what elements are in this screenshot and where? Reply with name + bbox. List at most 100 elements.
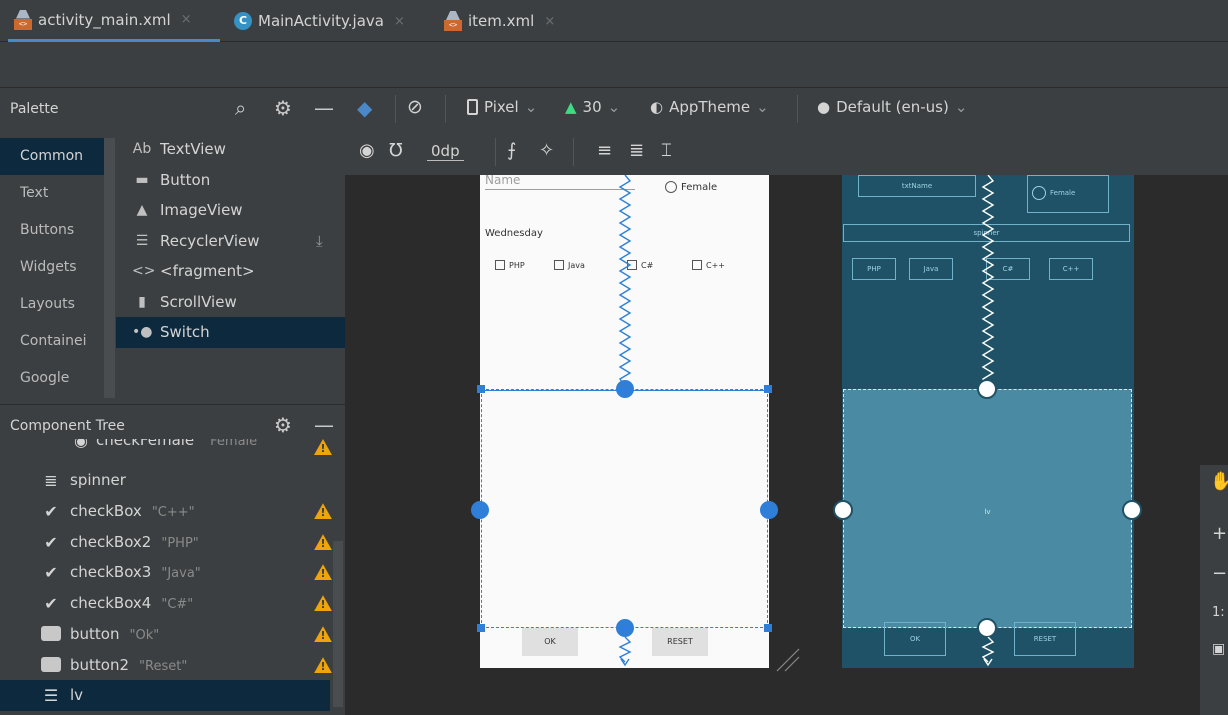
tree-row[interactable]: ✔ checkBox "C++" ! <box>0 496 345 527</box>
resize-handle[interactable] <box>764 624 772 632</box>
resize-handle[interactable] <box>477 385 485 393</box>
minimize-icon[interactable]: — <box>314 96 334 120</box>
widget-textview[interactable]: Ab TextView <box>116 134 345 165</box>
checkbox-cpp[interactable]: C++ <box>692 260 725 270</box>
gear-icon[interactable]: ⚙ <box>274 96 292 120</box>
constraint-anchor[interactable] <box>471 501 489 519</box>
checkbox-php[interactable]: PHP <box>495 260 525 270</box>
bp-female[interactable]: Female <box>1027 175 1109 213</box>
tab-item-xml[interactable]: <> item.xml × <box>444 0 555 42</box>
category-layouts[interactable]: Layouts <box>0 286 104 323</box>
zoom-in-icon[interactable]: + <box>1212 523 1227 544</box>
widget-fragment[interactable]: <> <fragment> <box>116 256 345 287</box>
bp-listview[interactable]: lv <box>843 389 1132 628</box>
resize-handle[interactable] <box>764 385 772 393</box>
tree-row[interactable]: ✔ checkBox3 "Java" ! <box>0 557 345 588</box>
align-icon[interactable]: ≣ <box>629 140 644 161</box>
pan-hand-icon[interactable]: ✋ <box>1210 471 1228 492</box>
close-icon[interactable]: × <box>394 14 405 29</box>
bp-checkbox-label: C# <box>1002 265 1014 273</box>
layers-icon[interactable]: ◆ <box>357 96 372 120</box>
constraint-anchor[interactable] <box>977 618 997 638</box>
name-input[interactable]: Name <box>485 175 635 190</box>
widget-switch[interactable]: •● Switch <box>116 317 345 348</box>
warning-icon[interactable]: ! <box>314 503 332 520</box>
tree-row[interactable]: ✔ checkBox2 "PHP" ! <box>0 527 345 558</box>
tab-main-activity-java[interactable]: C MainActivity.java × <box>234 0 405 42</box>
design-canvas[interactable]: Name Female Wednesday PHP Java C# C++ OK… <box>345 175 1228 715</box>
ok-button-preview[interactable]: OK <box>522 628 578 656</box>
tree-row[interactable]: button "Ok" ! <box>0 619 345 650</box>
checkbox-java[interactable]: Java <box>554 260 585 270</box>
button-icon <box>41 657 61 672</box>
tree-row[interactable]: ◉ checkFemale "Female" ! <box>0 439 345 457</box>
close-icon[interactable]: × <box>544 14 555 29</box>
tree-row[interactable]: ✔ checkBox4 "C#" ! <box>0 588 345 619</box>
bp-reset-button[interactable]: RESET <box>1014 622 1076 656</box>
constraint-anchor[interactable] <box>616 380 634 398</box>
warning-icon[interactable]: ! <box>314 439 332 455</box>
close-icon[interactable]: × <box>181 12 192 27</box>
category-common[interactable]: Common <box>0 138 104 175</box>
tree-row[interactable]: ≣ spinner <box>0 465 345 496</box>
api-selector[interactable]: ▲ 30 ⌄ <box>565 98 620 116</box>
tab-activity-main-xml[interactable]: <> activity_main.xml × <box>8 0 220 42</box>
category-widgets[interactable]: Widgets <box>0 249 104 286</box>
gear-icon[interactable]: ⚙ <box>274 413 292 437</box>
constraint-anchor[interactable] <box>616 619 634 637</box>
infer-constraints-icon[interactable]: ✧ <box>539 140 554 161</box>
clear-constraints-icon[interactable]: ⨍ <box>507 140 516 161</box>
locale-selector[interactable]: ● Default (en-us) ⌄ <box>817 98 967 116</box>
zoom-fit-icon[interactable]: ▣ <box>1212 641 1225 657</box>
widget-scrollview[interactable]: ▮ ScrollView <box>116 287 345 318</box>
design-preview[interactable]: Name Female Wednesday PHP Java C# C++ OK… <box>471 175 778 668</box>
category-containers[interactable]: Containei <box>0 323 104 360</box>
pack-icon[interactable]: ≡ <box>597 140 612 161</box>
download-icon[interactable]: ⤓ <box>316 232 323 250</box>
category-scrollbar[interactable] <box>104 130 116 402</box>
bp-txtname[interactable]: txtName <box>858 175 976 197</box>
widget-button[interactable]: ▬ Button <box>116 165 345 196</box>
device-label: Pixel <box>484 98 519 116</box>
bp-ok-button[interactable]: OK <box>884 622 946 656</box>
category-buttons[interactable]: Buttons <box>0 212 104 249</box>
category-google[interactable]: Google <box>0 360 104 397</box>
constraint-spring <box>618 637 632 667</box>
tree-row[interactable]: ☰ lv <box>0 680 330 711</box>
widget-imageview[interactable]: ▲ ImageView <box>116 195 345 226</box>
warning-icon[interactable]: ! <box>314 534 332 551</box>
reset-button-preview[interactable]: RESET <box>652 628 708 656</box>
tree-scrollbar[interactable] <box>333 541 343 707</box>
magnet-icon[interactable]: ℧ <box>389 140 403 161</box>
resize-grip-icon[interactable] <box>773 645 803 675</box>
guidelines-icon[interactable]: ⌶ <box>661 140 672 161</box>
warning-icon[interactable]: ! <box>314 657 332 674</box>
bp-checkbox-java[interactable]: Java <box>909 258 953 280</box>
constraint-anchor[interactable] <box>977 379 997 399</box>
constraint-anchor[interactable] <box>760 501 778 519</box>
tree-row[interactable]: button2 "Reset" ! <box>0 650 345 681</box>
listview-selection[interactable] <box>481 389 769 628</box>
orientation-icon[interactable]: ⊘ <box>407 96 423 118</box>
bp-checkbox-php[interactable]: PHP <box>852 258 896 280</box>
warning-icon[interactable]: ! <box>314 564 332 581</box>
default-margin-button[interactable]: 0dp <box>427 142 464 161</box>
constraint-anchor[interactable] <box>1122 500 1142 520</box>
zoom-actual-icon[interactable]: 1: <box>1212 605 1225 620</box>
device-selector[interactable]: Pixel ⌄ <box>467 98 537 116</box>
eye-icon[interactable]: ◉ <box>359 140 375 161</box>
warning-icon[interactable]: ! <box>314 626 332 643</box>
category-text[interactable]: Text <box>0 175 104 212</box>
search-icon[interactable]: ⌕ <box>235 96 246 120</box>
constraint-anchor[interactable] <box>833 500 853 520</box>
widget-recyclerview[interactable]: ☰ RecyclerView ⤓ <box>116 226 345 257</box>
theme-selector[interactable]: ◐ AppTheme ⌄ <box>650 98 769 116</box>
zoom-out-icon[interactable]: − <box>1212 563 1227 584</box>
blueprint-preview[interactable]: txtName Female spinner PHP Java C# C++ l… <box>833 175 1142 668</box>
resize-handle[interactable] <box>477 624 485 632</box>
bp-checkbox-cpp[interactable]: C++ <box>1049 258 1093 280</box>
female-radio[interactable]: Female <box>665 181 717 193</box>
bp-checkbox-label: PHP <box>867 265 881 273</box>
warning-icon[interactable]: ! <box>314 595 332 612</box>
minimize-icon[interactable]: — <box>314 413 334 437</box>
